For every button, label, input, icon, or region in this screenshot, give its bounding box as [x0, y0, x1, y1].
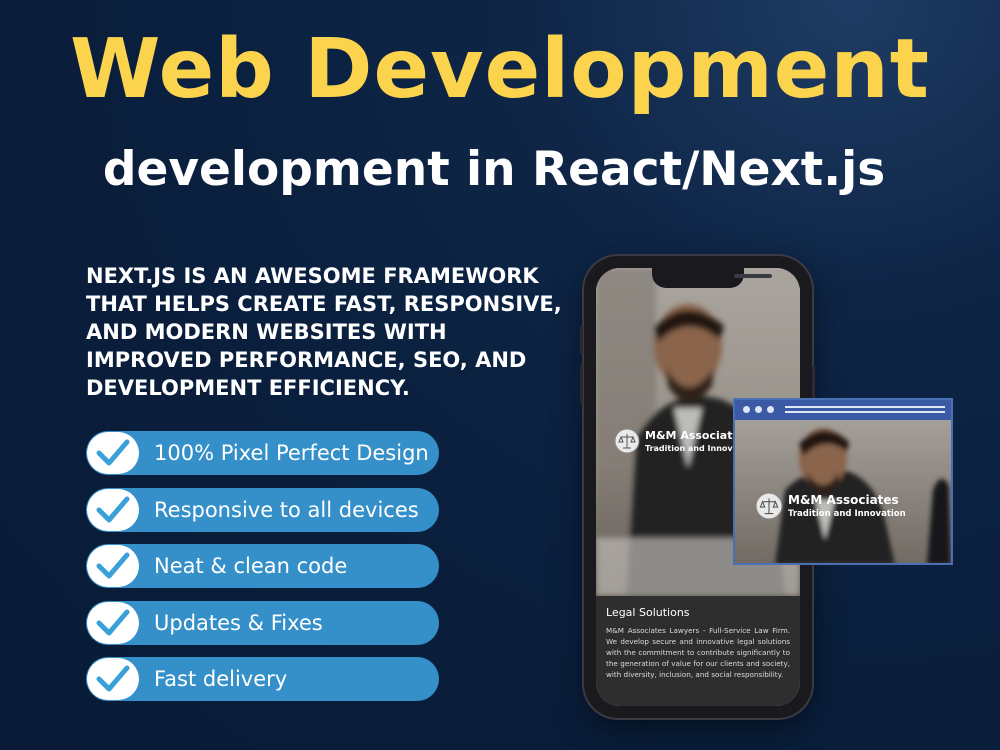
- feature-label: Fast delivery: [154, 667, 288, 691]
- feature-item: Updates & Fixes: [86, 600, 439, 645]
- phone-side-button: [580, 326, 583, 354]
- section-title: Legal Solutions: [606, 606, 690, 619]
- legal-section: Legal Solutions M&M Associates Lawyers -…: [596, 596, 800, 706]
- feature-label: 100% Pixel Perfect Design: [154, 441, 429, 465]
- check-icon: [87, 432, 139, 474]
- browser-title-bar: [735, 400, 951, 420]
- headline: Web Development: [70, 22, 930, 117]
- feature-list: 100% Pixel Perfect Design Responsive to …: [86, 431, 439, 714]
- window-dot-icon: [767, 406, 774, 413]
- brand-name: M&M Associates: [788, 493, 899, 507]
- brand-tagline: Tradition and Innovation: [788, 509, 906, 519]
- subheadline: development in React/Next.js: [102, 142, 886, 197]
- check-icon: [87, 488, 139, 531]
- section-text: M&M Associates Lawyers - Full-Service La…: [606, 626, 790, 679]
- feature-item: 100% Pixel Perfect Design: [86, 431, 439, 475]
- feature-item: Fast delivery: [86, 657, 439, 701]
- feature-item: Responsive to all devices: [86, 487, 439, 532]
- check-icon: [87, 601, 139, 644]
- feature-label: Responsive to all devices: [154, 497, 419, 522]
- scales-logo-icon: [755, 492, 783, 520]
- window-dot-icon: [755, 406, 762, 413]
- brand-block: M&M Associates Tradition and Innovation: [755, 492, 906, 520]
- description-text: NEXT.JS IS AN AWESOME FRAMEWORK THAT HEL…: [86, 264, 562, 400]
- feature-label: Neat & clean code: [154, 554, 348, 578]
- address-bar: [785, 406, 945, 408]
- window-dot-icon: [743, 406, 750, 413]
- check-icon: [87, 658, 139, 700]
- browser-mockup: M&M Associates Tradition and Innovation: [733, 398, 953, 565]
- phone-notch: [652, 268, 772, 288]
- phone-side-button: [580, 364, 583, 404]
- feature-label: Updates & Fixes: [154, 610, 323, 635]
- check-icon: [87, 545, 139, 587]
- address-bar: [785, 411, 945, 413]
- scales-logo-icon: [614, 428, 640, 454]
- speaker-grille: [734, 274, 772, 278]
- feature-item: Neat & clean code: [86, 544, 439, 588]
